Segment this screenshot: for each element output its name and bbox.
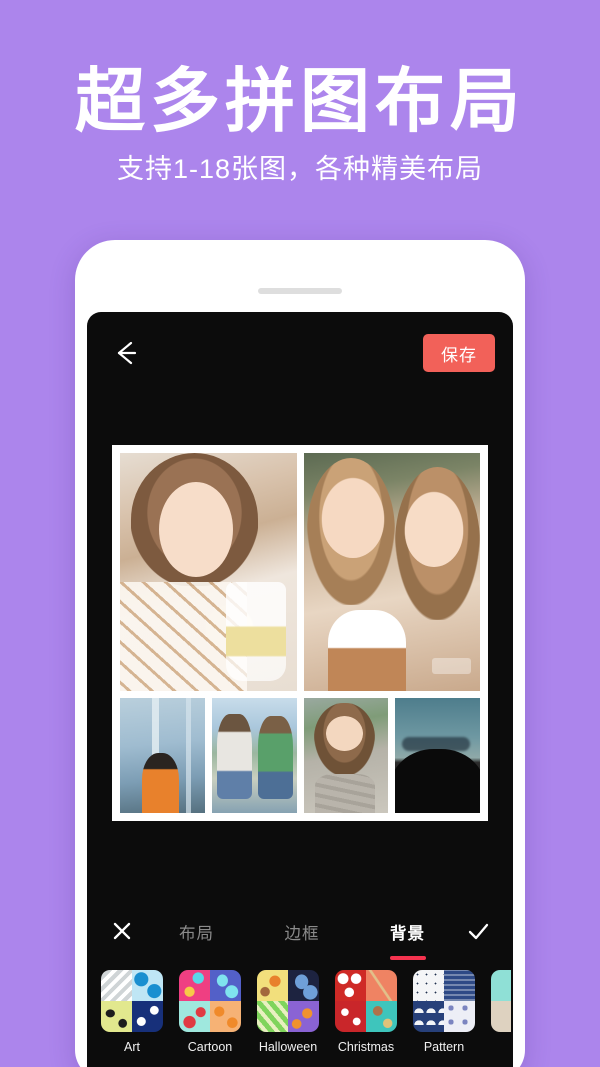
- tab-border[interactable]: 边框: [283, 916, 322, 948]
- collage-photo-1[interactable]: [120, 453, 297, 691]
- collage-photo-6[interactable]: [395, 698, 480, 813]
- background-thumbnail: [257, 970, 319, 1032]
- collage-photo-3[interactable]: [120, 698, 205, 813]
- background-preset-next[interactable]: [491, 970, 511, 1040]
- background-thumbnail: [335, 970, 397, 1032]
- promo-header: 超多拼图布局 支持1-18张图，各种精美布局: [0, 0, 600, 232]
- cancel-button[interactable]: [109, 918, 135, 944]
- background-preset-cartoon[interactable]: Cartoon: [179, 970, 241, 1054]
- collage-row-top: [120, 453, 480, 691]
- background-preset-label: Cartoon: [187, 1040, 233, 1054]
- collage-photo-4[interactable]: [211, 698, 297, 813]
- collage-photo-5[interactable]: [303, 698, 389, 813]
- editor-tabbar: 布局 边框 背景: [87, 900, 513, 962]
- background-preset-label: Art: [124, 1040, 140, 1054]
- background-preset-label: Halloween: [258, 1040, 318, 1054]
- background-preset-christmas[interactable]: Christmas: [335, 970, 397, 1054]
- collage-canvas[interactable]: [112, 445, 488, 821]
- background-preset-label: Christmas: [337, 1040, 395, 1054]
- back-button[interactable]: [109, 338, 143, 368]
- background-preset-label: Pattern: [423, 1040, 465, 1054]
- background-thumbnail: [413, 970, 475, 1032]
- check-icon: [468, 923, 489, 940]
- tab-layout[interactable]: 布局: [177, 916, 216, 948]
- tab-background[interactable]: 背景: [388, 916, 427, 948]
- background-preset-art[interactable]: Art: [101, 970, 163, 1054]
- phone-speaker: [258, 288, 342, 294]
- confirm-button[interactable]: [465, 918, 491, 944]
- app-screen: 保存 布局 边框 背景 Art Cartoon Halloween Christ…: [87, 312, 513, 1067]
- background-preset-halloween[interactable]: Halloween: [257, 970, 319, 1054]
- tab-list: 布局 边框 背景: [177, 916, 427, 960]
- collage-photo-2[interactable]: [303, 453, 480, 691]
- collage-row-bottom: [120, 698, 480, 813]
- collage-grid: [120, 453, 480, 813]
- close-icon: [113, 922, 131, 940]
- background-thumbnail: [179, 970, 241, 1032]
- app-topbar: 保存: [87, 312, 513, 394]
- page-subtitle: 支持1-18张图，各种精美布局: [116, 154, 484, 184]
- arrow-left-icon: [117, 341, 137, 365]
- background-presets-strip[interactable]: Art Cartoon Halloween Christmas Pattern: [87, 970, 513, 1067]
- background-thumbnail: [101, 970, 163, 1032]
- page-title: 超多拼图布局: [75, 62, 525, 140]
- phone-mockup: 保存 布局 边框 背景 Art Cartoon Halloween Christ…: [75, 240, 525, 1067]
- save-button[interactable]: 保存: [423, 334, 495, 372]
- background-preset-pattern[interactable]: Pattern: [413, 970, 475, 1054]
- background-thumbnail: [491, 970, 511, 1032]
